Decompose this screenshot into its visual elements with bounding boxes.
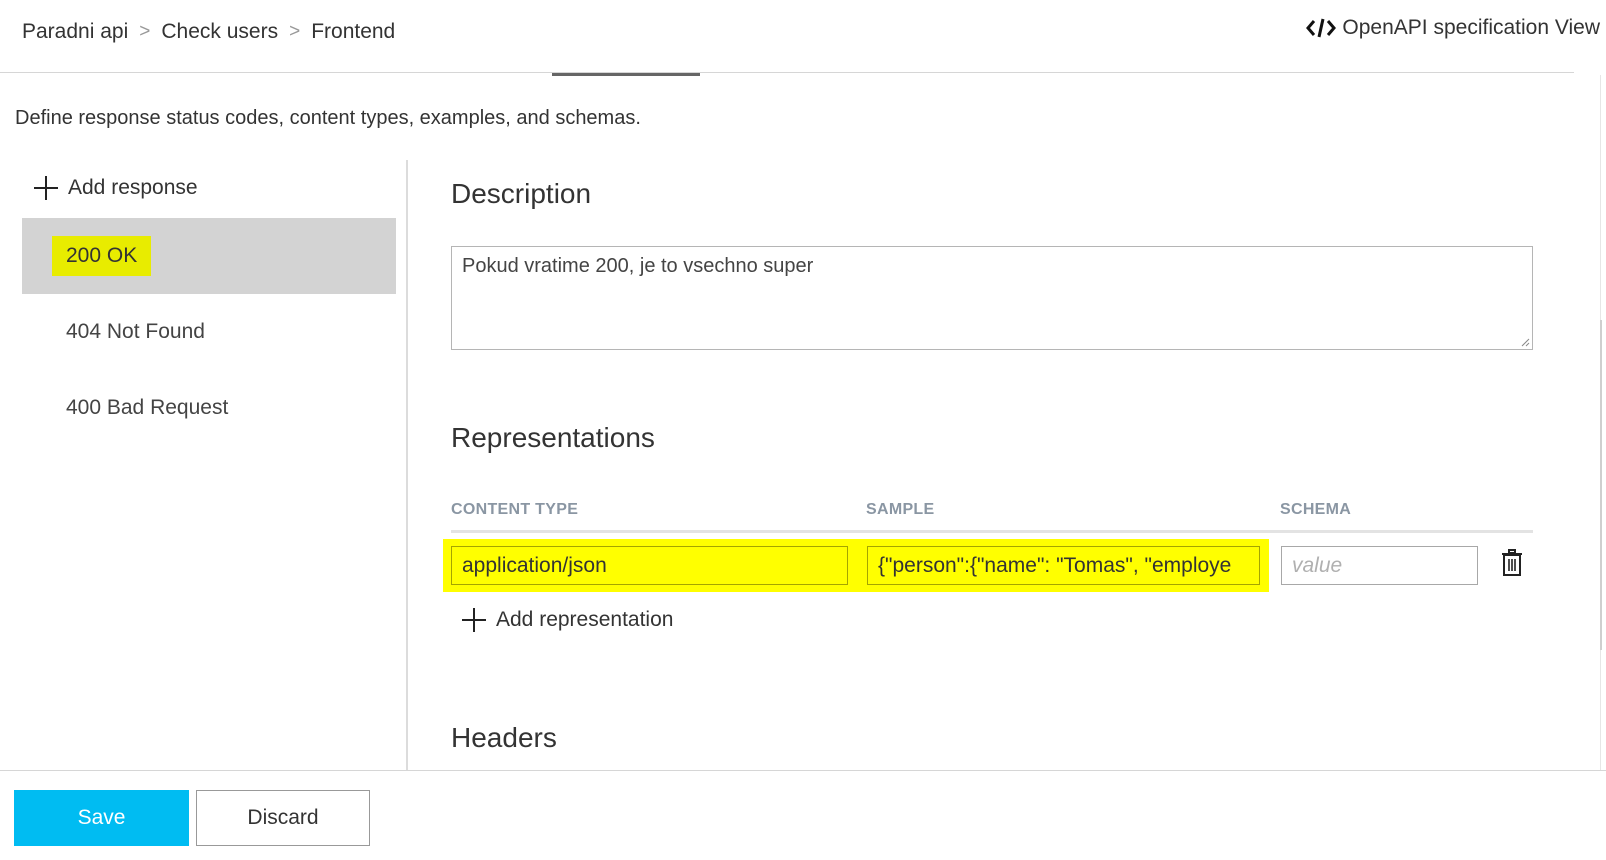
breadcrumb-item-frontend[interactable]: Frontend <box>311 20 395 44</box>
intro-text: Define response status codes, content ty… <box>15 107 641 129</box>
plus-icon <box>34 176 58 200</box>
scrollbar-thumb[interactable] <box>1600 320 1602 650</box>
plus-icon <box>462 608 486 632</box>
column-header-content-type: CONTENT TYPE <box>451 501 579 518</box>
add-response-label: Add response <box>68 176 198 199</box>
panel-divider <box>406 160 408 770</box>
add-response-button[interactable]: Add response <box>34 176 198 200</box>
response-item-label: 404 Not Found <box>66 320 205 343</box>
openapi-spec-view-label: OpenAPI specification View <box>1342 16 1600 39</box>
description-textarea[interactable]: Pokud vratime 200, je to vsechno super <box>451 246 1533 350</box>
table-header-divider <box>451 530 1533 533</box>
header-divider <box>0 72 1574 73</box>
breadcrumb-item-operation[interactable]: Check users <box>161 20 278 44</box>
discard-button[interactable]: Discard <box>196 790 370 846</box>
content-type-input[interactable]: application/json <box>451 546 848 585</box>
breadcrumb-separator: > <box>289 21 301 42</box>
code-icon <box>1306 18 1337 38</box>
breadcrumb: Paradni api > Check users > Frontend <box>22 20 395 44</box>
response-item-label: 400 Bad Request <box>66 396 229 419</box>
schema-input[interactable]: value <box>1281 546 1478 585</box>
response-item-200[interactable]: 200 OK <box>22 218 396 294</box>
column-header-sample: SAMPLE <box>866 501 935 518</box>
breadcrumb-separator: > <box>139 21 151 42</box>
save-button[interactable]: Save <box>14 790 189 846</box>
representations-title: Representations <box>451 422 655 453</box>
headers-title: Headers <box>451 722 557 753</box>
response-item-404[interactable]: 404 Not Found <box>22 294 396 370</box>
add-representation-button[interactable]: Add representation <box>462 608 673 632</box>
add-representation-label: Add representation <box>496 608 674 631</box>
resize-handle-icon[interactable] <box>1520 337 1530 347</box>
active-tab-indicator <box>552 73 700 76</box>
response-list: 200 OK 404 Not Found 400 Bad Request <box>22 218 396 446</box>
response-item-label: 200 OK <box>52 236 152 276</box>
column-header-schema: SCHEMA <box>1280 501 1352 518</box>
sample-input[interactable]: {"person":{"name": "Tomas", "employe <box>867 546 1260 585</box>
trash-icon[interactable] <box>1501 549 1523 577</box>
description-value: Pokud vratime 200, je to vsechno super <box>462 255 814 277</box>
openapi-spec-view-link[interactable]: OpenAPI specification View <box>1306 16 1600 40</box>
response-item-400[interactable]: 400 Bad Request <box>22 370 396 446</box>
description-title: Description <box>451 178 592 209</box>
breadcrumb-item-api[interactable]: Paradni api <box>22 20 128 44</box>
